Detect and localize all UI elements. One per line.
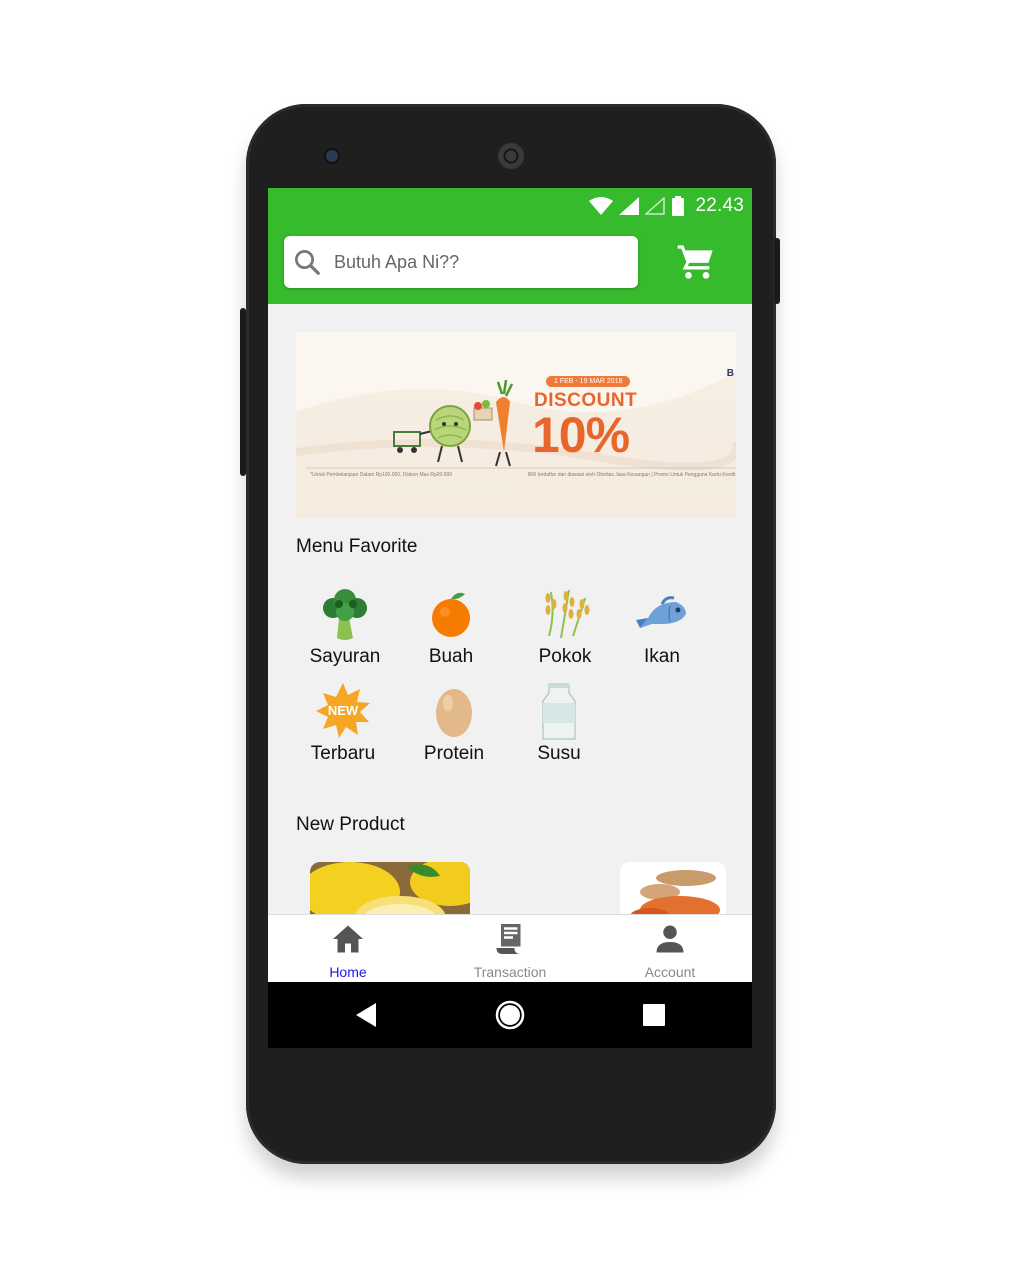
receipt-icon [496,924,521,954]
new-badge-icon: NEW [316,683,370,738]
nav-transaction-label: Transaction [473,964,547,980]
nav-account-label: Account [644,964,696,980]
lemon-image [310,862,470,922]
menu-item-pokok[interactable]: Pokok [515,584,615,668]
back-icon[interactable] [354,1002,378,1028]
home-button-icon[interactable] [494,999,526,1031]
bottom-navigation: Home Transaction Account [268,914,752,983]
cart-icon[interactable] [676,242,716,282]
signal-empty-icon [645,197,666,215]
product-card-lemon[interactable] [310,862,470,922]
signal-icon [619,197,640,215]
rice-icon [545,589,590,639]
app-bar: 22.43 [268,188,752,304]
menu-item-label: Sayuran [309,646,381,667]
fish-icon [636,596,686,628]
promo-fine-print-left: *Untuk Pembelanjaan Dalam Rp100.000, Dis… [310,472,453,478]
menu-favorite-title: Menu Favorite [296,536,418,557]
menu-item-terbaru[interactable]: NEW Terbaru [293,681,393,765]
person-icon [656,925,684,953]
orange-icon [432,592,470,637]
promo-percent: 10% [532,407,630,463]
new-badge-text: NEW [328,703,359,718]
promo-banner[interactable]: 1 FEB - 19 MAR 2018 DISCOUNT 10% B *Untu… [296,332,736,518]
earpiece-speaker [498,143,524,169]
volume-button [240,308,246,476]
status-time: 22.43 [695,195,744,216]
search-icon [295,250,320,275]
menu-item-protein[interactable]: Protein [404,681,504,765]
spice-image [620,862,726,922]
menu-item-label: Protein [423,743,485,764]
product-card-spice[interactable] [620,862,726,922]
status-bar: 22.43 [589,194,744,218]
nav-account[interactable]: Account [590,915,750,983]
melon-mascot-icon [393,379,514,467]
menu-item-susu[interactable]: Susu [509,681,609,765]
new-product-title: New Product [296,814,405,835]
system-navigation-bar [268,982,752,1048]
recents-icon[interactable] [642,1003,666,1027]
menu-item-label: Ikan [644,646,680,667]
menu-item-label: Terbaru [310,743,376,764]
menu-item-label: Pokok [538,646,592,667]
nav-transaction[interactable]: Transaction [430,915,590,983]
menu-item-label: Susu [537,743,581,764]
menu-item-label: Buah [428,646,474,667]
phone-screen: 22.43 Butuh Apa Ni?? 1 FEB - 19 MAR 2018… [268,188,752,1048]
search-bar[interactable] [284,236,638,288]
promo-fine-print-right: BRI terdaftar dan diawasi oleh Otoritas … [528,472,736,478]
milk-icon [542,683,576,740]
nav-home[interactable]: Home [268,915,428,983]
menu-item-ikan[interactable]: Ikan [612,584,712,668]
front-camera [326,150,338,162]
search-input[interactable] [332,250,616,274]
wifi-icon [589,197,614,215]
power-button [774,238,780,304]
broccoli-icon [323,589,367,640]
egg-icon [436,689,472,737]
battery-icon [672,196,685,216]
menu-item-sayuran[interactable]: Sayuran [295,584,395,668]
bank-logo: B [726,368,734,379]
home-icon [333,925,363,953]
nav-home-label: Home [329,964,367,980]
promo-date-badge: 1 FEB - 19 MAR 2018 [546,376,631,387]
menu-item-buah[interactable]: Buah [401,584,501,668]
